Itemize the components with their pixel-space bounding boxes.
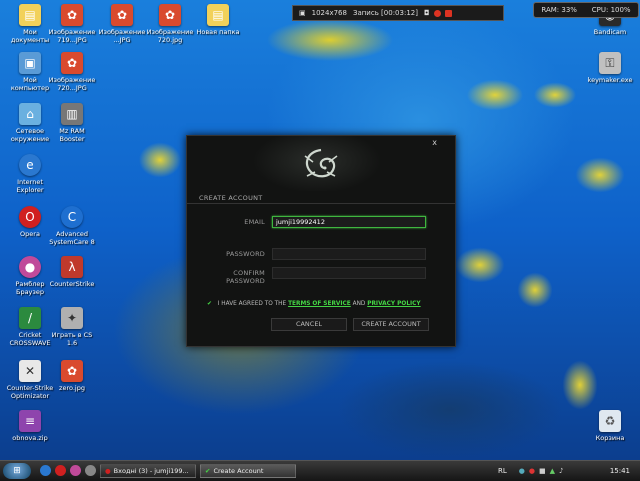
quick-launch-icon[interactable] (85, 465, 96, 476)
desktop-icon-image-719[interactable]: ✿ Изображение 719...JPG (44, 4, 100, 44)
desktop-icon-obnova-zip[interactable]: ≡ obnova.zip (2, 410, 58, 442)
opera-icon: ● (105, 467, 111, 475)
cpu-usage: CPU: 100% (591, 6, 631, 14)
tray-icon-3[interactable]: ■ (539, 467, 546, 475)
rambler-browser-icon[interactable] (70, 465, 81, 476)
screen-icon: ▣ (299, 9, 306, 17)
recycle-bin-icon: ♻ (599, 410, 621, 432)
camera-icon[interactable]: ◘ (424, 9, 430, 17)
desktop: ▤ Мои документы ▣ Мой компьютер ⌂ Сетево… (0, 0, 640, 460)
zip-archive-icon: ≡ (19, 410, 41, 432)
clock: 15:41 (609, 467, 630, 475)
folder-icon: ▤ (207, 4, 229, 26)
start-button[interactable]: ⊞ (3, 463, 31, 479)
tray-icon-2[interactable]: ● (529, 467, 535, 475)
record-icon[interactable] (433, 9, 441, 17)
divider (187, 203, 455, 204)
volume-icon[interactable]: ♪ (559, 467, 563, 475)
task-label: Входні (3) - jumji199... (113, 467, 189, 475)
cricket-icon: / (19, 307, 41, 329)
counter-strike-icon: λ (61, 256, 83, 278)
image-icon: ✿ (159, 4, 181, 26)
email-label: EMAIL (244, 218, 265, 226)
network-icon: ⌂ (19, 103, 41, 125)
desktop-icon-recycle-bin[interactable]: ♻ Корзина (582, 410, 638, 442)
desktop-icon-new-folder[interactable]: ▤ Новая папка (190, 4, 246, 36)
email-field[interactable]: jumji19992412 (272, 216, 426, 228)
create-account-dialog: x CREATE ACCOUNT EMAIL jumji19992412 PAS… (186, 135, 456, 347)
folder-icon: ▤ (19, 4, 41, 26)
password-field[interactable] (272, 248, 426, 260)
image-icon: ✿ (61, 52, 83, 74)
agree-text: I HAVE AGREED TO THE (217, 301, 287, 307)
desktop-icon-zero-jpg[interactable]: ✿ zero.jpg (44, 360, 100, 392)
taskbar-task-opera[interactable]: ● Входні (3) - jumji199... (100, 464, 196, 478)
close-button[interactable]: x (432, 138, 437, 147)
desktop-icon-internet-explorer[interactable]: e Internet Explorer (2, 154, 58, 194)
image-icon: ✿ (111, 4, 133, 26)
desktop-icon-cs16[interactable]: ✦ Играть в CS 1.6 (44, 307, 100, 347)
opera-icon[interactable] (55, 465, 66, 476)
image-icon: ✿ (61, 360, 83, 382)
desktop-icon-mz-ram-booster[interactable]: ▥ Mz RAM Booster (44, 103, 100, 143)
desktop-icon-image-720-jpg[interactable]: ✿ Изображение 720...JPG (44, 52, 100, 92)
privacy-policy-link[interactable]: PRIVACY POLICY (367, 301, 420, 307)
desktop-icon-advanced-systemcare[interactable]: C Advanced SystemCare 8 (44, 206, 100, 246)
computer-icon: ▣ (19, 52, 41, 74)
cancel-button[interactable]: CANCEL (271, 318, 347, 331)
internet-explorer-icon[interactable] (40, 465, 51, 476)
ram-booster-icon: ▥ (61, 103, 83, 125)
internet-explorer-icon: e (19, 154, 41, 176)
ram-usage: RAM: 33% (541, 6, 577, 14)
tray-icon-4[interactable]: ▲ (550, 467, 555, 475)
stop-icon[interactable] (444, 9, 452, 17)
razer-logo-icon (304, 148, 338, 178)
system-monitor: RAM: 33% CPU: 100% (533, 2, 639, 18)
recording-resolution: 1024x768 (311, 9, 347, 17)
system-tray: RL ● ● ■ ▲ ♪ 15:41 (498, 463, 636, 479)
cs16-icon: ✦ (61, 307, 83, 329)
tray-icon-1[interactable]: ● (519, 467, 525, 475)
password-label: PASSWORD (226, 250, 265, 258)
recording-status: Запись [00:03:12] (352, 9, 418, 17)
confirm-password-label: CONFIRM PASSWORD (226, 269, 265, 285)
recording-toolbar: ▣ 1024x768 Запись [00:03:12] ◘ (292, 5, 504, 21)
cs-optimizator-icon: ✕ (19, 360, 41, 382)
taskbar: ⊞ ● Входні (3) - jumji199... ✔ Create Ac… (0, 460, 640, 481)
agree-and: AND (352, 301, 366, 307)
desktop-icon-counterstrike[interactable]: λ CounterStrike (44, 256, 100, 288)
taskbar-task-create-account[interactable]: ✔ Create Account (200, 464, 296, 478)
terms-of-service-link[interactable]: TERMS OF SERVICE (288, 301, 351, 307)
opera-icon: O (19, 206, 41, 228)
image-icon: ✿ (61, 4, 83, 26)
keymaker-icon: ⚿ (599, 52, 621, 74)
dialog-title: CREATE ACCOUNT (199, 194, 263, 202)
language-indicator[interactable]: RL (498, 467, 507, 475)
terms-agreement: ✔ I HAVE AGREED TO THE TERMS OF SERVICE … (207, 301, 421, 307)
razer-icon: ✔ (205, 467, 211, 475)
systemcare-icon: C (61, 206, 83, 228)
rambler-browser-icon: ● (19, 256, 41, 278)
task-label: Create Account (213, 467, 264, 475)
desktop-icon-keymaker[interactable]: ⚿ keymaker.exe (582, 52, 638, 84)
agree-checkbox[interactable]: ✔ (207, 301, 212, 307)
confirm-password-field[interactable] (272, 267, 426, 279)
create-account-button[interactable]: CREATE ACCOUNT (353, 318, 429, 331)
